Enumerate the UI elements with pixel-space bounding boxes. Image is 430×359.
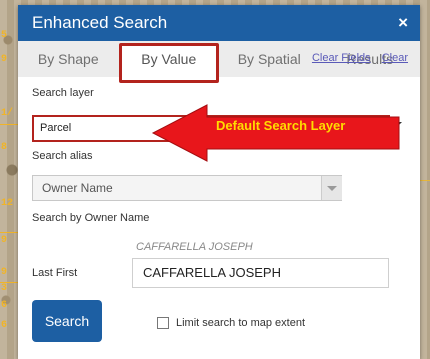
map-label: 1/ bbox=[1, 108, 14, 119]
dialog-titlebar: Enhanced Search × bbox=[18, 5, 420, 41]
map-label: 9 bbox=[1, 54, 8, 65]
map-label: 6 bbox=[1, 300, 8, 311]
search-alias-label: Search alias bbox=[32, 150, 93, 162]
parcel-line bbox=[0, 282, 20, 283]
search-alias-select[interactable]: Owner Name bbox=[32, 175, 342, 201]
limit-extent-label: Limit search to map extent bbox=[176, 317, 306, 329]
search-by-label: Search by Owner Name bbox=[32, 212, 150, 224]
parcel-line bbox=[0, 124, 20, 125]
clear-fields-link[interactable]: Clear Fields bbox=[312, 52, 371, 64]
enhanced-search-dialog: Enhanced Search × By Shape By Value By S… bbox=[18, 5, 420, 359]
limit-extent-checkbox[interactable] bbox=[157, 317, 169, 329]
map-label: 12 bbox=[1, 198, 14, 209]
limit-extent-option[interactable]: Limit search to map extent bbox=[157, 317, 305, 329]
parcel-line bbox=[0, 232, 20, 233]
map-label: 5 bbox=[1, 30, 8, 41]
tab-label: By Shape bbox=[37, 51, 99, 67]
map-label: 8 bbox=[1, 142, 8, 153]
map-label: 9 bbox=[1, 267, 8, 278]
chevron-down-icon[interactable] bbox=[321, 176, 342, 200]
map-label: 9 bbox=[1, 235, 8, 246]
tab-by-shape[interactable]: By Shape bbox=[18, 45, 119, 77]
tab-label: By Value bbox=[141, 51, 197, 67]
tab-label: By Spatial bbox=[237, 51, 301, 67]
last-first-label: Last First bbox=[32, 267, 78, 279]
clear-links: Clear Fields Clear bbox=[304, 52, 408, 64]
close-icon[interactable]: × bbox=[398, 13, 408, 33]
annotation-text: Default Search Layer bbox=[216, 118, 346, 133]
clear-link[interactable]: Clear bbox=[382, 52, 408, 64]
owner-name-input[interactable]: CAFFARELLA JOSEPH bbox=[132, 258, 389, 288]
search-button[interactable]: Search bbox=[32, 300, 102, 342]
search-layer-label: Search layer bbox=[32, 87, 94, 99]
by-value-pane: Search layer bbox=[18, 77, 420, 99]
field-hint: CAFFARELLA JOSEPH bbox=[136, 241, 253, 253]
dialog-title: Enhanced Search bbox=[32, 13, 168, 32]
tab-by-value[interactable]: By Value bbox=[118, 43, 219, 83]
annotation-arrow-icon bbox=[151, 104, 400, 162]
map-label: 6 bbox=[1, 320, 8, 331]
map-label: 3 bbox=[1, 283, 8, 294]
